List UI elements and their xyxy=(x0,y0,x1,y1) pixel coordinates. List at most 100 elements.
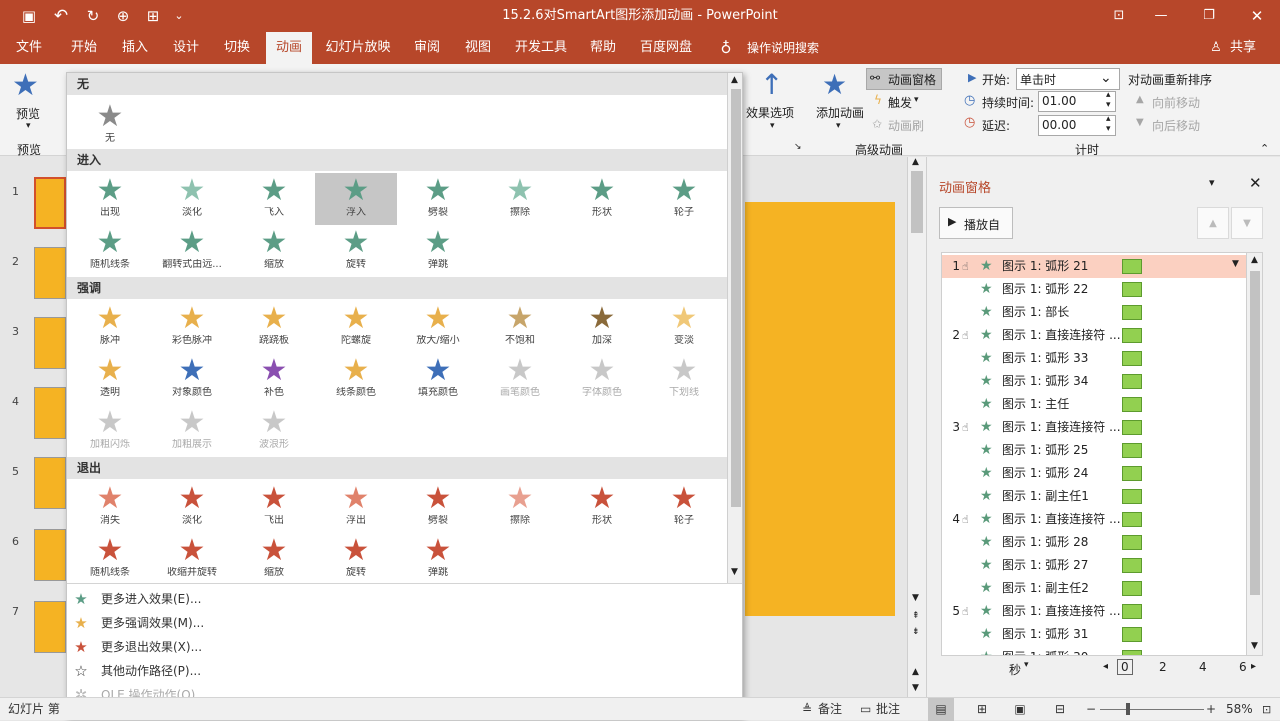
animation-item[interactable]: 5 ☝ ★ 图示 1: 直接连接符 ... xyxy=(942,600,1246,623)
zoom-out-icon[interactable]: − xyxy=(1086,698,1096,721)
slide-thumbnail[interactable] xyxy=(34,601,66,653)
duration-spinner-icon[interactable]: ▴ ▾ xyxy=(1106,90,1111,110)
slide-sorter-icon[interactable]: ⊞ xyxy=(972,698,992,721)
customize-qat-icon[interactable]: ⌄ xyxy=(170,0,188,32)
more-effects-item[interactable]: ★ 更多进入效果(E)... xyxy=(67,587,727,611)
animation-item[interactable]: ★ 图示 1: 弧形 34 xyxy=(942,370,1246,393)
tab-insert[interactable]: 插入 xyxy=(113,32,157,64)
collapse-ribbon-icon[interactable]: ⌃ xyxy=(1260,142,1269,155)
notes-button[interactable]: 备注 xyxy=(818,698,842,721)
effect-exit_effects-11[interactable]: ★ 旋转 xyxy=(315,533,397,585)
effect-exit_effects-8[interactable]: ★ 随机线条 xyxy=(69,533,151,585)
timeline-bar[interactable] xyxy=(1122,650,1142,655)
move-earlier-button[interactable]: 向前移动 xyxy=(1152,94,1200,111)
effect-none[interactable]: ★ 无 xyxy=(69,99,151,151)
effect-exit_effects-2[interactable]: ★ 飞出 xyxy=(233,481,315,533)
preview-dropdown-icon[interactable]: ▾ xyxy=(26,121,31,131)
minimize-button[interactable]: — xyxy=(1150,0,1172,32)
animation-item[interactable]: ★ 图示 1: 弧形 28 xyxy=(942,531,1246,554)
redo-icon[interactable]: ↻ xyxy=(82,0,104,32)
timeline-left-icon[interactable]: ◂ xyxy=(1103,661,1108,672)
effect-entrance_effects-5[interactable]: ★ 擦除 xyxy=(479,173,561,225)
effect-exit_effects-0[interactable]: ★ 消失 xyxy=(69,481,151,533)
effect-emphasis_effects-0[interactable]: ★ 脉冲 xyxy=(69,301,151,353)
more-effects-item[interactable]: ★ 更多退出效果(X)... xyxy=(67,635,727,659)
timeline-bar[interactable] xyxy=(1122,282,1142,297)
timeline-bar[interactable] xyxy=(1122,443,1142,458)
effect-options-button[interactable]: 效果选项 xyxy=(746,104,794,121)
timeline-bar[interactable] xyxy=(1122,512,1142,527)
gallery-scrollbar[interactable]: ▲ ▼ xyxy=(727,73,742,583)
effect-exit_effects-12[interactable]: ★ 弹跳 xyxy=(397,533,479,585)
animation-item[interactable]: ★ 图示 1: 弧形 33 xyxy=(942,347,1246,370)
gallery-scroll-up-icon[interactable]: ▲ xyxy=(731,75,738,85)
save-icon[interactable]: ▣ xyxy=(18,0,40,32)
effect-entrance_effects-6[interactable]: ★ 形状 xyxy=(561,173,643,225)
animation-item[interactable]: ★ 图示 1: 弧形 22 xyxy=(942,278,1246,301)
animation-item[interactable]: ★ 图示 1: 副主任1 xyxy=(942,485,1246,508)
move-up-button[interactable]: ▲ xyxy=(1197,207,1229,239)
animation-item[interactable]: ★ 图示 1: 副主任2 xyxy=(942,577,1246,600)
slide-thumbnail[interactable] xyxy=(34,457,66,509)
effect-emphasis_effects-4[interactable]: ★ 放大/缩小 xyxy=(397,301,479,353)
seconds-dropdown-icon[interactable]: ▾ xyxy=(1024,660,1029,670)
timeline-bar[interactable] xyxy=(1122,466,1142,481)
animation-item[interactable]: 4 ☝ ★ 图示 1: 直接连接符 ... xyxy=(942,508,1246,531)
effect-entrance_effects-12[interactable]: ★ 弹跳 xyxy=(397,225,479,277)
prev-slide-icon[interactable]: ⇞ xyxy=(912,611,920,621)
effect-entrance_effects-3[interactable]: ★ 浮入 xyxy=(315,173,397,225)
zoom-slider-thumb[interactable] xyxy=(1126,703,1130,715)
effect-emphasis_effects-8[interactable]: ★ 透明 xyxy=(69,353,151,405)
tab-baidu-netdisk[interactable]: 百度网盘 xyxy=(634,32,698,64)
animation-item[interactable]: ★ 图示 1: 弧形 31 xyxy=(942,623,1246,646)
up-arrow-icon[interactable]: ↑ xyxy=(760,68,783,101)
add-animation-icon[interactable]: ★ xyxy=(822,68,847,101)
effect-entrance_effects-9[interactable]: ★ 翻转式由远... xyxy=(151,225,233,277)
tab-animations[interactable]: 动画 xyxy=(266,32,312,64)
effect-exit_effects-1[interactable]: ★ 淡化 xyxy=(151,481,233,533)
effect-emphasis_effects-7[interactable]: ★ 变淡 xyxy=(643,301,725,353)
next-slide-icon[interactable]: ⇟ xyxy=(912,627,920,637)
canvas-scroll-thumb[interactable] xyxy=(911,171,923,233)
timeline-bar[interactable] xyxy=(1122,328,1142,343)
animation-item[interactable]: 1 ☝ ★ 图示 1: 弧形 21 xyxy=(942,255,1246,278)
effect-emphasis_effects-2[interactable]: ★ 跷跷板 xyxy=(233,301,315,353)
play-from-button[interactable]: ▶ 播放自 xyxy=(939,207,1013,239)
effect-exit_effects-4[interactable]: ★ 劈裂 xyxy=(397,481,479,533)
effect-emphasis_effects-10[interactable]: ★ 补色 xyxy=(233,353,315,405)
preview-button[interactable]: 预览 xyxy=(16,105,40,122)
timeline-bar[interactable] xyxy=(1122,604,1142,619)
undo-icon[interactable]: ↶ xyxy=(50,0,72,32)
timeline-bar[interactable] xyxy=(1122,259,1142,274)
animation-painter-button[interactable]: 动画刷 xyxy=(888,117,924,134)
effect-entrance_effects-8[interactable]: ★ 随机线条 xyxy=(69,225,151,277)
timeline-right-icon[interactable]: ▸ xyxy=(1251,661,1256,672)
timeline-bar[interactable] xyxy=(1122,489,1142,504)
effect-exit_effects-3[interactable]: ★ 浮出 xyxy=(315,481,397,533)
slide-thumbnail[interactable] xyxy=(34,387,66,439)
timeline-bar[interactable] xyxy=(1122,397,1142,412)
slideshow-view-icon[interactable]: ⊟ xyxy=(1050,698,1070,721)
timeline-bar[interactable] xyxy=(1122,558,1142,573)
close-button[interactable]: ✕ xyxy=(1246,0,1268,32)
gallery-scroll-down-icon[interactable]: ▼ xyxy=(731,567,738,577)
restore-button[interactable]: ❐ xyxy=(1198,0,1220,32)
delay-spinner-icon[interactable]: ▴ ▾ xyxy=(1106,114,1111,134)
animation-item[interactable]: ★ 图示 1: 部长 xyxy=(942,301,1246,324)
pane-options-icon[interactable]: ▾ xyxy=(1209,176,1215,189)
tell-me-search[interactable]: 操作说明搜索 xyxy=(740,32,826,64)
timeline-bar[interactable] xyxy=(1122,305,1142,320)
fit-slide-icon[interactable]: ⊡ xyxy=(1262,698,1271,721)
gallery-scroll-thumb[interactable] xyxy=(731,89,741,507)
timeline-bar[interactable] xyxy=(1122,420,1142,435)
scroll-up-icon[interactable]: ▲ xyxy=(912,157,919,167)
effect-exit_effects-9[interactable]: ★ 收缩并旋转 xyxy=(151,533,233,585)
timeline-bar[interactable] xyxy=(1122,535,1142,550)
dialog-launcher-icon[interactable]: ↘ xyxy=(794,142,802,152)
effect-options-dropdown-icon[interactable]: ▾ xyxy=(770,121,775,131)
more-effects-item[interactable]: ☆ 其他动作路径(P)... xyxy=(67,659,727,683)
preview-icon[interactable]: ★ xyxy=(12,68,39,103)
animation-pane-button[interactable]: 动画窗格 xyxy=(888,71,936,88)
present-icon[interactable]: ⊞ xyxy=(142,0,164,32)
effect-exit_effects-10[interactable]: ★ 缩放 xyxy=(233,533,315,585)
